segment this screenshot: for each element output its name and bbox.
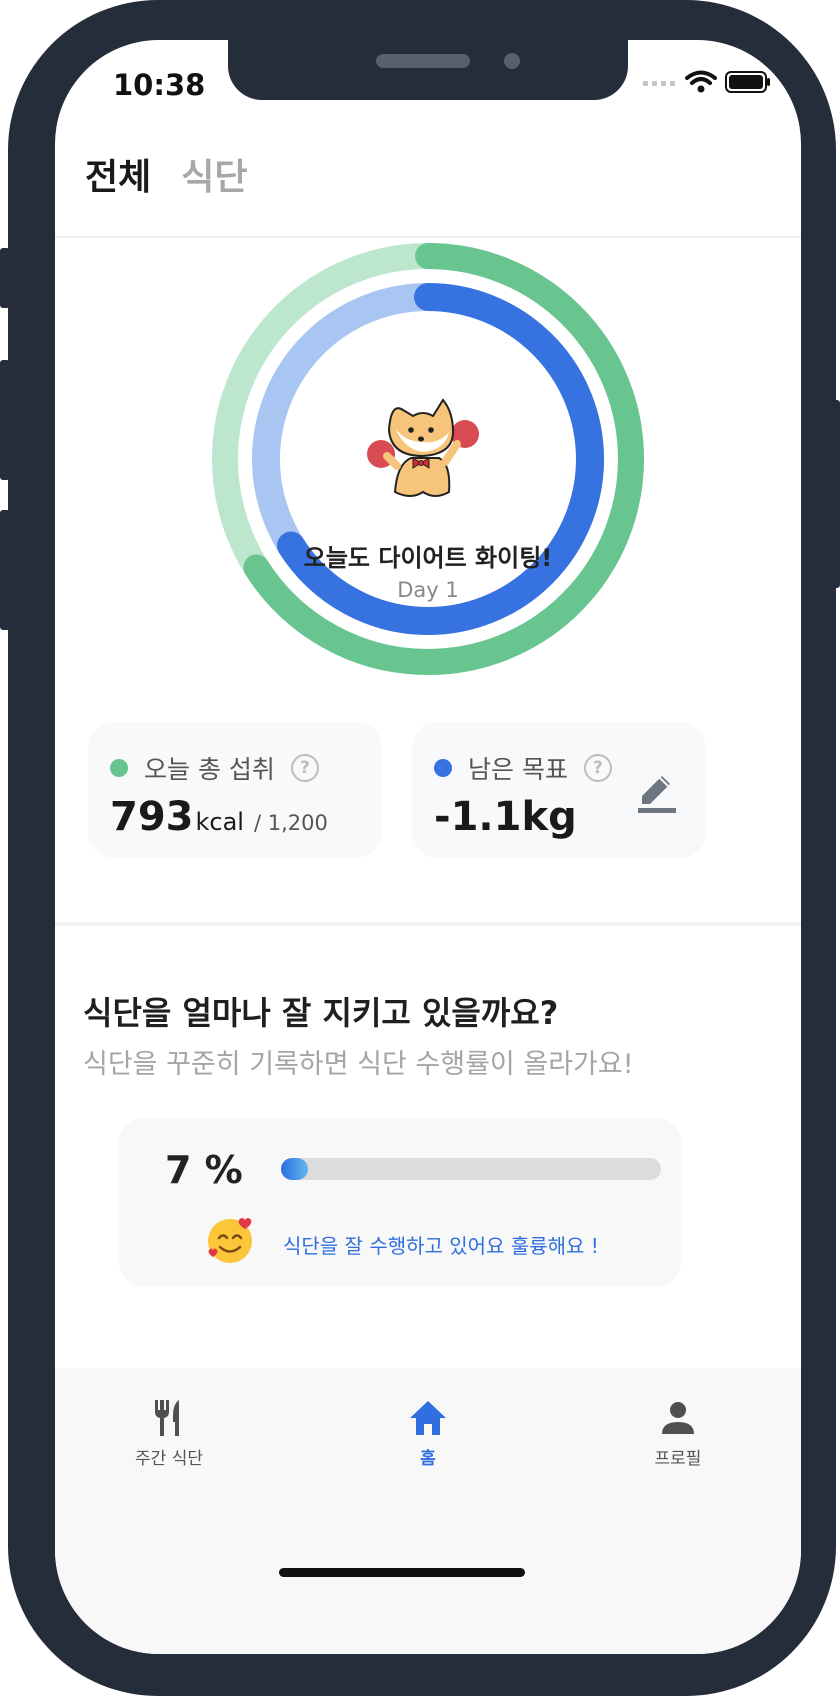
progress-ring <box>212 243 644 675</box>
remaining-title: 남은 목표 <box>468 755 568 784</box>
remaining-title-row: 남은 목표 ? <box>434 750 612 786</box>
remaining-dot <box>434 759 452 777</box>
cat-mascot-icon <box>367 398 479 497</box>
nav-weekly-diet[interactable]: 주간 식단 <box>89 1398 249 1469</box>
nav-profile[interactable]: 프로필 <box>598 1398 758 1469</box>
diet-progress-card: 7 % 식단을 잘 수행하고 있어요 훌륭해요 ! <box>119 1118 681 1286</box>
home-icon <box>410 1401 446 1435</box>
intake-title: 오늘 총 섭취 <box>144 755 275 784</box>
phone-device: 10:38 전체 식단 오늘도 다이어트 화이팅! Day 1 오늘 총 섭취 … <box>0 0 840 1696</box>
pencil-icon[interactable] <box>638 772 676 814</box>
screen: 10:38 전체 식단 오늘도 다이어트 화이팅! Day 1 오늘 총 섭취 … <box>55 40 801 1654</box>
fork-knife-icon <box>155 1400 179 1436</box>
home-indicator[interactable] <box>279 1568 525 1577</box>
intake-value: 793 <box>110 794 194 840</box>
smiling-hearts-emoji-icon <box>208 1218 252 1263</box>
help-icon[interactable]: ? <box>583 754 612 782</box>
intake-card: 오늘 총 섭취 ? 793 kcal / 1,200 <box>88 722 382 858</box>
intake-unit: kcal <box>195 808 244 836</box>
nav-home[interactable]: 홈 <box>348 1398 508 1469</box>
section-divider <box>55 922 801 926</box>
diet-percent-label: 7 % <box>165 1148 243 1192</box>
bottom-nav: 주간 식단 홈 프로필 <box>55 1368 801 1654</box>
diet-message: 식단을 잘 수행하고 있어요 훌륭해요 ! <box>283 1234 599 1258</box>
intake-value-row: 793 kcal / 1,200 <box>110 794 328 840</box>
nav-home-label: 홈 <box>420 1449 436 1469</box>
ring-title: 오늘도 다이어트 화이팅! <box>303 544 553 572</box>
help-icon[interactable]: ? <box>290 754 319 782</box>
remaining-value: -1.1kg <box>434 794 577 840</box>
diet-section-subtitle: 식단을 꾸준히 기록하면 식단 수행률이 올라가요! <box>83 1049 634 1080</box>
phone-frame: 10:38 전체 식단 오늘도 다이어트 화이팅! Day 1 오늘 총 섭취 … <box>8 0 836 1696</box>
ring-day: Day 1 <box>397 578 459 602</box>
nav-weekly-diet-label: 주간 식단 <box>135 1449 203 1469</box>
nav-profile-label: 프로필 <box>654 1449 702 1469</box>
diet-section-title: 식단을 얼마나 잘 지키고 있을까요? <box>83 994 559 1032</box>
intake-title-row: 오늘 총 섭취 ? <box>110 750 319 786</box>
intake-goal: / 1,200 <box>253 811 328 835</box>
diet-progress-fill <box>281 1158 308 1180</box>
person-icon <box>662 1402 694 1434</box>
diet-progress-track <box>281 1158 661 1180</box>
remaining-value-row: -1.1kg <box>434 794 577 840</box>
remaining-card[interactable]: 남은 목표 ? -1.1kg <box>412 722 706 858</box>
intake-dot <box>110 759 128 777</box>
